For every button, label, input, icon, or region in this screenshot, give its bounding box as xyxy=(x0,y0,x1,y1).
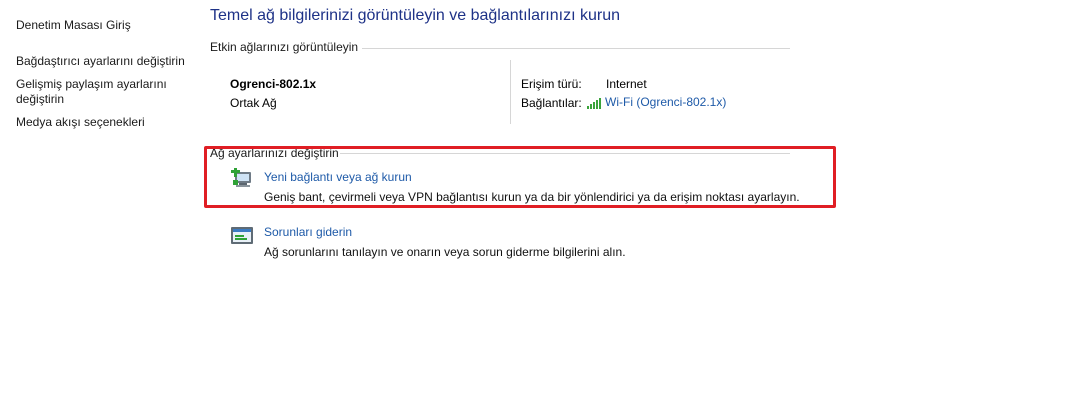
network-name: Ogrenci-802.1x xyxy=(230,77,317,91)
sidebar-item-advanced-sharing-settings[interactable]: Gelişmiş paylaşım ayarlarını değiştirin xyxy=(16,77,191,107)
sidebar-item-change-adapter-settings[interactable]: Bağdaştırıcı ayarlarını değiştirin xyxy=(16,54,191,69)
troubleshoot-description: Ağ sorunlarını tanılayın ve onarın veya … xyxy=(264,245,626,259)
page-title: Temel ağ bilgilerinizi görüntüleyin ve b… xyxy=(210,7,620,24)
connection-link[interactable]: Wi-Fi (Ogrenci-802.1x) xyxy=(587,95,726,109)
section-divider xyxy=(362,48,790,49)
connection-link-label[interactable]: Wi-Fi (Ogrenci-802.1x) xyxy=(605,95,726,109)
sidebar-item-control-panel-home[interactable]: Denetim Masası Giriş xyxy=(16,18,191,33)
sidebar-item-media-streaming-options[interactable]: Medya akışı seçenekleri xyxy=(16,115,191,130)
connections-label: Bağlantılar: xyxy=(521,96,582,110)
troubleshoot-link[interactable]: Sorunları giderin xyxy=(264,225,352,239)
network-category[interactable]: Ortak Ağ xyxy=(230,96,277,110)
access-type-value: Internet xyxy=(606,77,647,91)
vertical-divider xyxy=(510,60,511,124)
access-type-label: Erişim türü: xyxy=(521,77,582,91)
wifi-signal-icon xyxy=(587,97,601,109)
troubleshoot-icon[interactable] xyxy=(230,225,254,247)
highlight-box xyxy=(204,146,836,208)
sidebar: Denetim Masası Giriş Bağdaştırıcı ayarla… xyxy=(0,0,200,407)
active-networks-heading: Etkin ağlarınızı görüntüleyin xyxy=(210,40,359,54)
